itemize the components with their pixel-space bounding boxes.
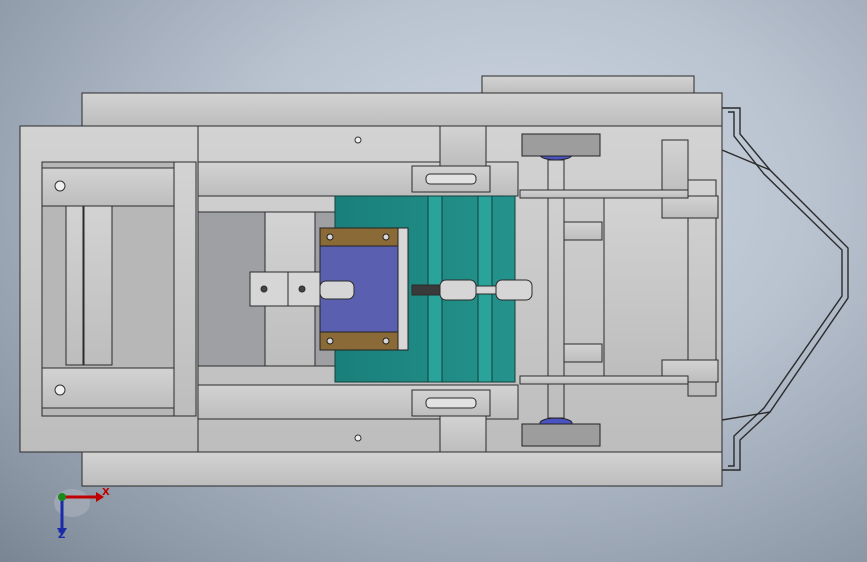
top-pin	[354, 136, 362, 144]
left-post-a	[65, 204, 84, 366]
lower-sprocket	[521, 423, 601, 447]
lower-slot	[425, 397, 477, 409]
rod-upper	[519, 189, 689, 199]
right-cylinder	[495, 279, 533, 301]
right-inner-panel	[603, 195, 689, 379]
left-mount-block	[249, 271, 289, 307]
left-upper-bolt	[54, 180, 66, 192]
assembly-view[interactable]	[0, 0, 867, 562]
y-axis-dot	[58, 493, 66, 501]
left-post-b	[83, 204, 113, 366]
threaded-rod	[411, 284, 441, 296]
cylinder-link	[475, 285, 497, 295]
wire-guard	[721, 107, 849, 471]
upper-sprocket	[521, 133, 601, 157]
axis-x-label: X	[102, 487, 110, 498]
cad-viewport[interactable]: X Z	[0, 0, 867, 562]
bottom-pin	[354, 434, 362, 442]
middle-cylinder	[439, 279, 477, 301]
upper-slot	[425, 173, 477, 185]
upper-plate-right	[439, 125, 487, 167]
axis-z-label: Z	[58, 530, 66, 541]
blue-plate-edge	[397, 227, 409, 351]
left-lower-bolt	[54, 384, 66, 396]
bottom-rail	[81, 451, 723, 487]
left-frame-upright	[173, 161, 197, 417]
orientation-triad[interactable]	[54, 489, 104, 536]
center-cylinder	[319, 280, 355, 300]
shaft-collar-lower	[563, 343, 603, 363]
top-rail	[81, 92, 723, 127]
rod-lower	[519, 375, 689, 385]
right-upper-bracket	[661, 139, 689, 197]
lower-plate-right	[439, 415, 487, 453]
top-back-plate	[481, 75, 695, 95]
right-upper-tab	[661, 195, 719, 219]
shaft-collar-upper	[563, 221, 603, 241]
